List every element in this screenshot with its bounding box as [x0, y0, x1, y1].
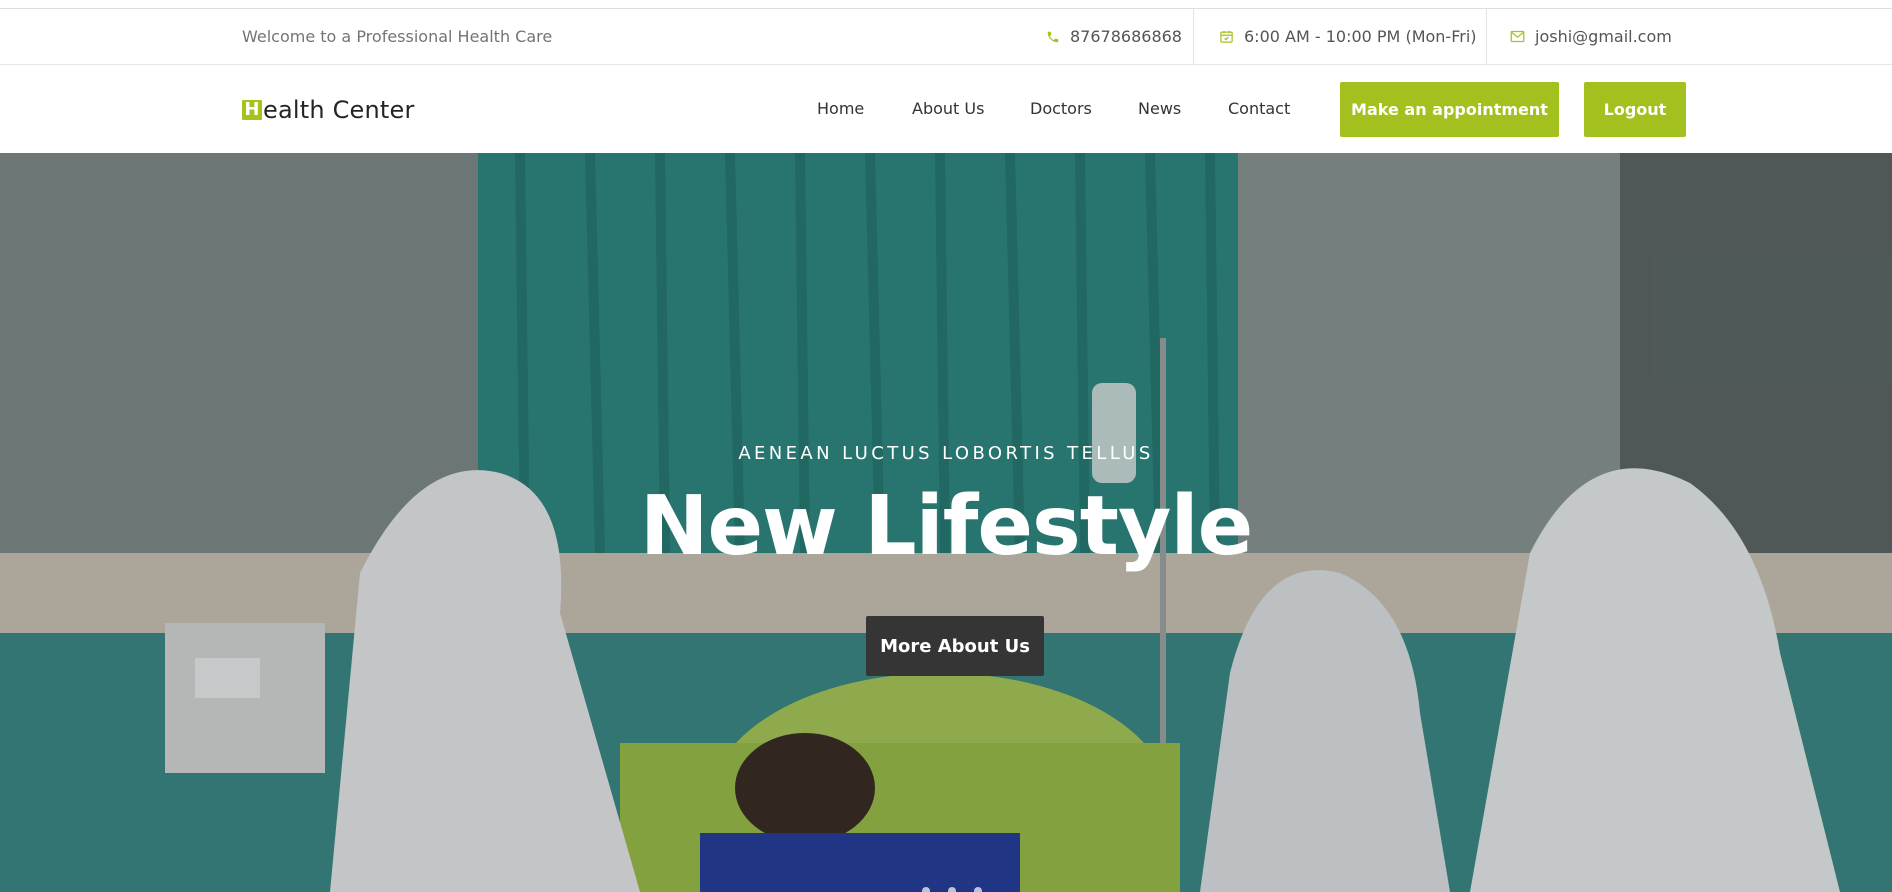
email-contact[interactable]: joshi@gmail.com	[1510, 9, 1672, 64]
hero-subtitle: AENEAN LUCTUS LOBORTIS TELLUS	[738, 443, 1154, 464]
welcome-text: Welcome to a Professional Health Care	[242, 27, 553, 46]
envelope-icon	[1510, 30, 1525, 43]
phone-number: 87678686868	[1070, 27, 1182, 46]
top-info-bar: Welcome to a Professional Health Care 87…	[0, 8, 1892, 65]
hours-info: 6:00 AM - 10:00 PM (Mon-Fri)	[1219, 9, 1477, 64]
calendar-icon	[1219, 29, 1234, 44]
phone-icon	[1046, 30, 1060, 44]
nav-home[interactable]: Home	[817, 65, 864, 153]
hero-title: New Lifestyle	[639, 479, 1253, 574]
site-logo[interactable]: H ealth Center	[242, 95, 415, 125]
hero-banner: AENEAN LUCTUS LOBORTIS TELLUS New Lifest…	[0, 153, 1892, 892]
logo-text: ealth Center	[263, 96, 415, 124]
slider-dot[interactable]	[948, 887, 956, 892]
logout-button[interactable]: Logout	[1584, 82, 1686, 137]
slider-dots	[922, 887, 982, 892]
nav-doctors[interactable]: Doctors	[1030, 65, 1092, 153]
nav-contact[interactable]: Contact	[1228, 65, 1290, 153]
logo-letter: H	[242, 100, 262, 120]
nav-news[interactable]: News	[1138, 65, 1181, 153]
slider-dot[interactable]	[922, 887, 930, 892]
divider	[1486, 9, 1487, 64]
more-about-us-button[interactable]: More About Us	[866, 616, 1044, 676]
hours-text: 6:00 AM - 10:00 PM (Mon-Fri)	[1244, 27, 1477, 46]
email-address: joshi@gmail.com	[1535, 27, 1672, 46]
nav-about-us[interactable]: About Us	[912, 65, 984, 153]
make-appointment-button[interactable]: Make an appointment	[1340, 82, 1559, 137]
divider	[1193, 9, 1194, 64]
main-navbar: H ealth Center Home About Us Doctors New…	[0, 65, 1892, 153]
phone-contact[interactable]: 87678686868	[1046, 9, 1182, 64]
slider-dot[interactable]	[974, 887, 982, 892]
